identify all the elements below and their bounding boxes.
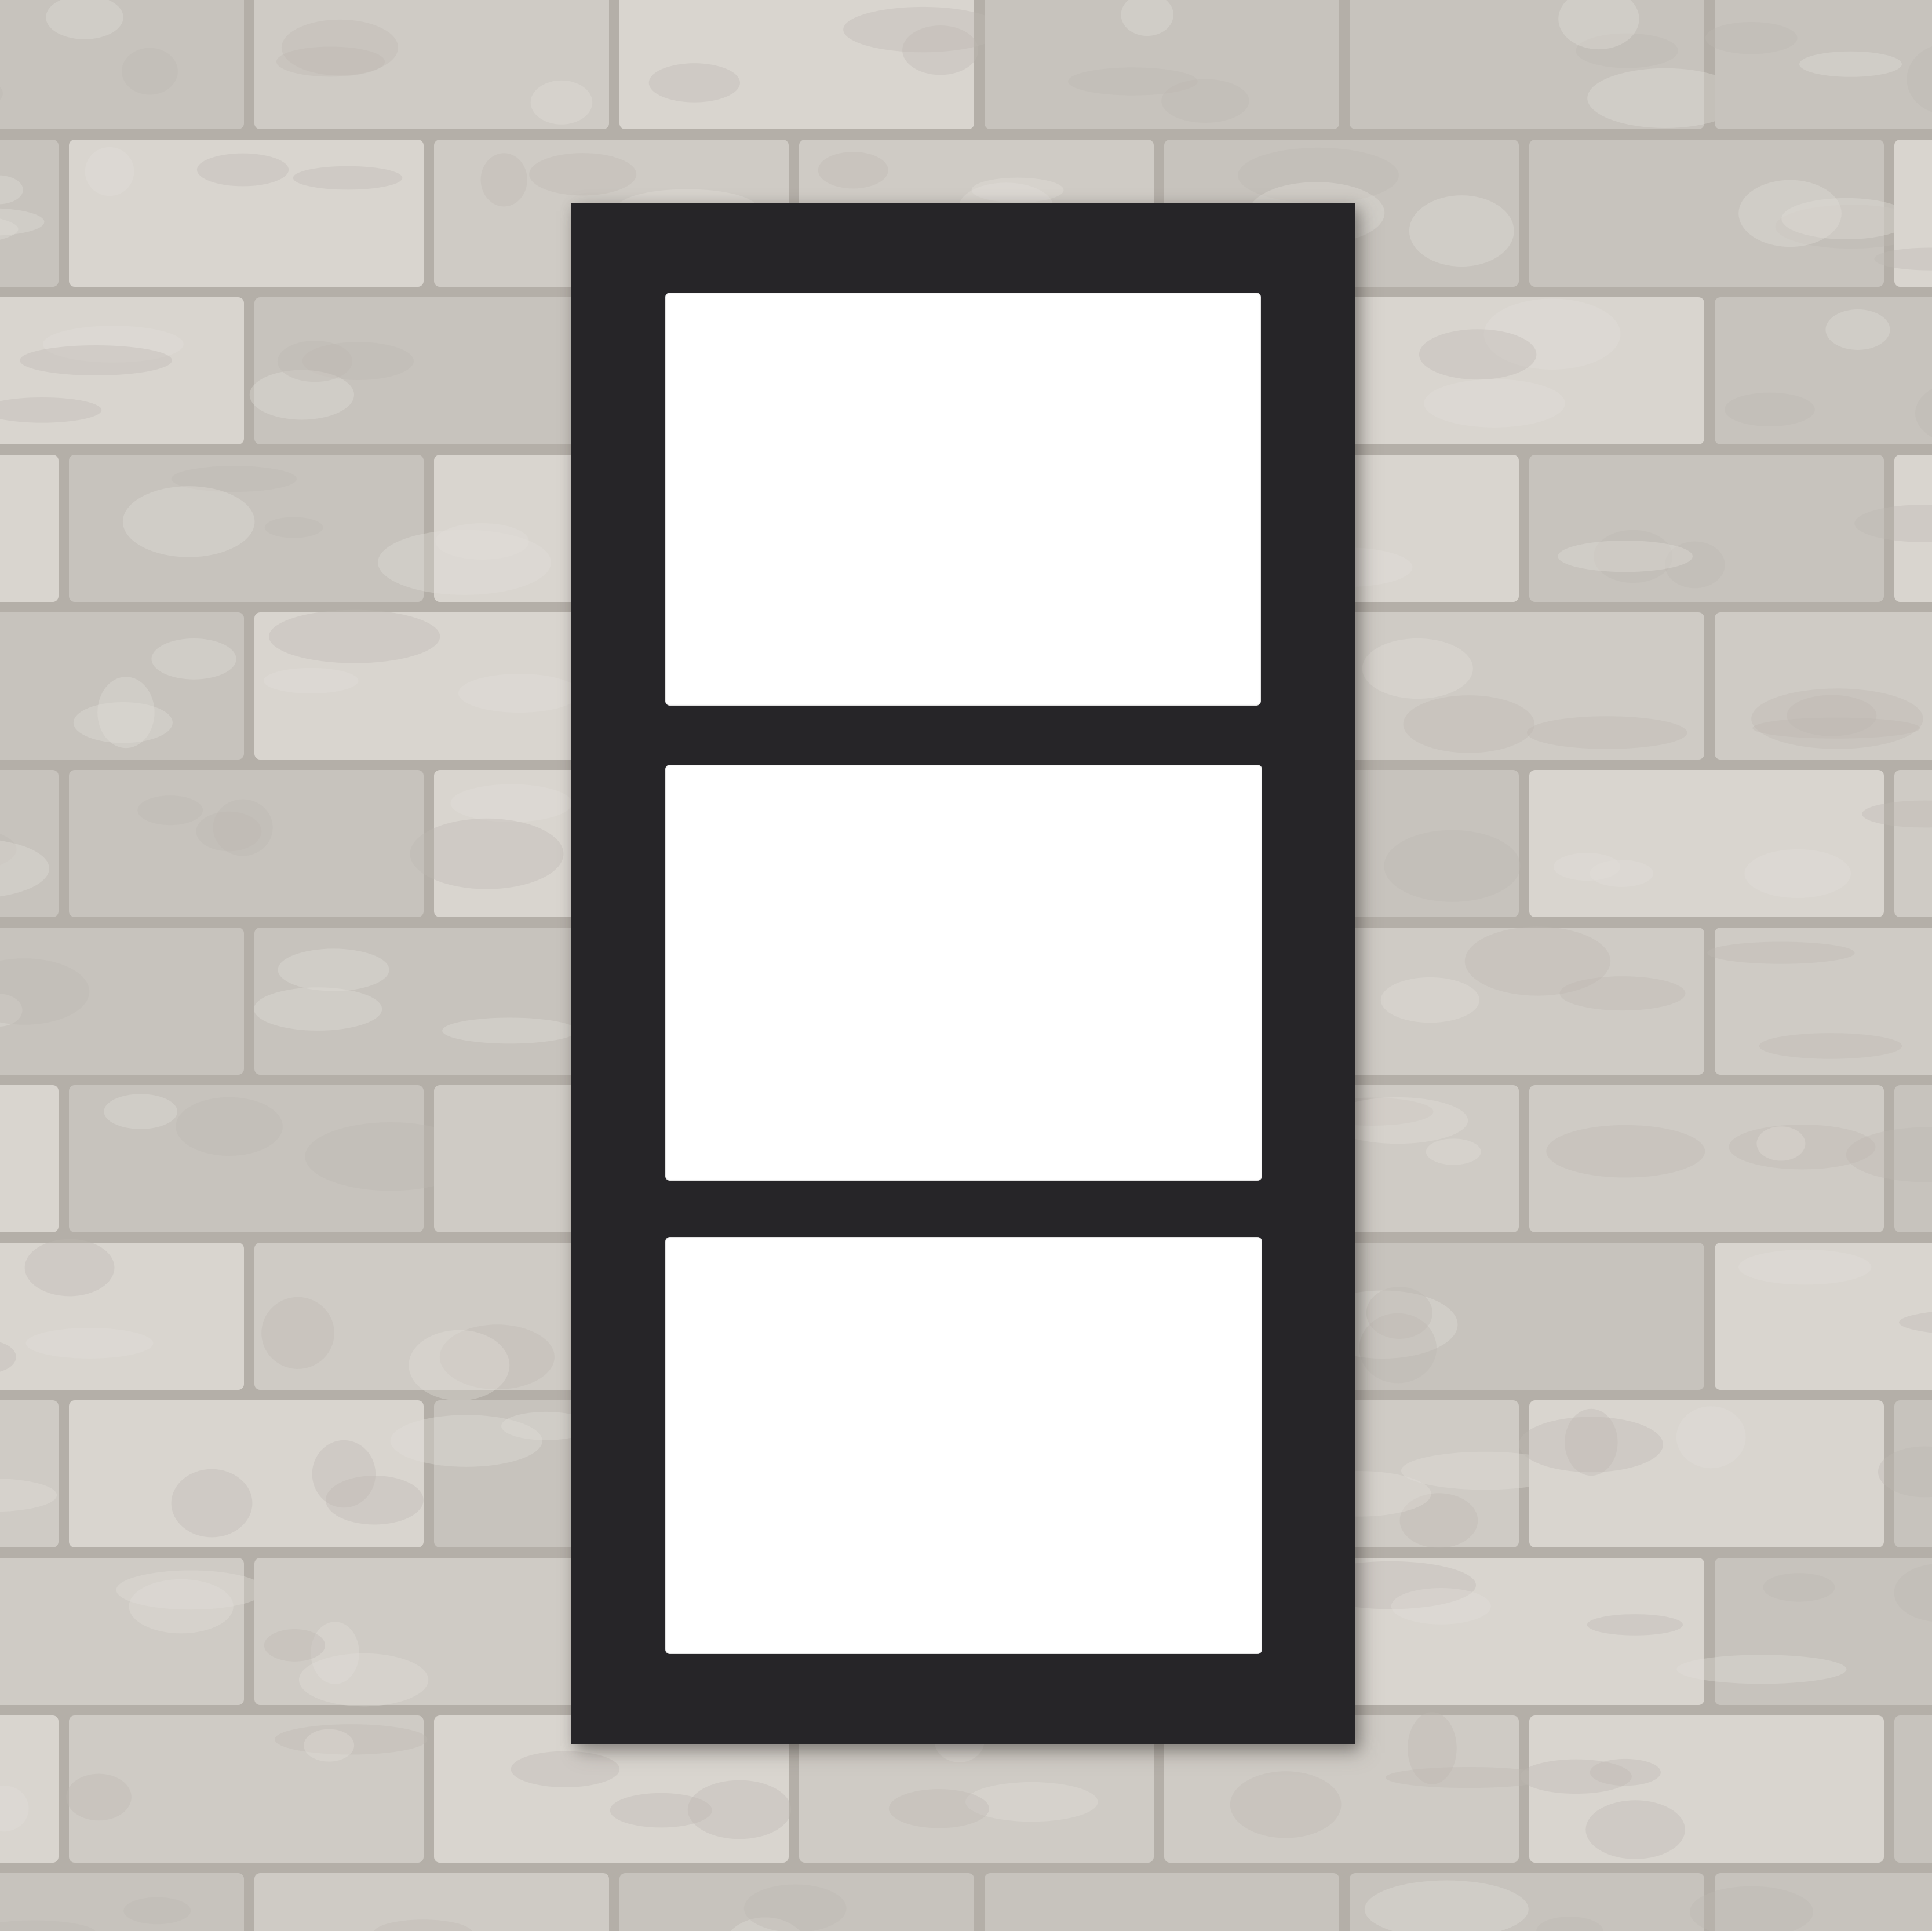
brick-texture (73, 702, 173, 743)
frame-opening-middle (665, 765, 1262, 1181)
brick (1894, 770, 1932, 917)
brick-texture (1751, 688, 1923, 749)
brick-texture (648, 63, 741, 103)
brick-texture (24, 1239, 115, 1297)
brick-texture (122, 486, 255, 557)
brick-texture (529, 153, 637, 196)
brick-texture (312, 1440, 376, 1508)
brick-texture (104, 1094, 178, 1129)
brick-texture (530, 80, 593, 125)
brick-texture (171, 1469, 253, 1538)
brick-texture (1161, 79, 1249, 123)
brick-texture (511, 1751, 620, 1787)
brick-texture (1725, 392, 1815, 426)
brick-texture (1558, 541, 1693, 572)
brick-texture (1424, 379, 1565, 428)
brick-texture (269, 609, 440, 663)
brick-texture (1585, 1800, 1685, 1859)
brick-texture (1756, 1126, 1806, 1161)
brick-texture (1825, 309, 1890, 350)
frame-opening-top (665, 293, 1261, 706)
brick-texture (278, 948, 389, 991)
brick-texture (435, 523, 529, 560)
brick-texture (610, 1793, 712, 1828)
brick-texture (123, 1897, 191, 1925)
brick-texture (458, 674, 580, 713)
brick-texture (1391, 1587, 1491, 1625)
brick-texture (122, 48, 178, 95)
brick-texture (1362, 638, 1473, 699)
brick-texture (196, 153, 289, 187)
brick-texture (1403, 695, 1535, 753)
brick-texture (277, 341, 353, 382)
brick-texture (1553, 853, 1621, 881)
brick-texture (254, 987, 382, 1031)
brick-texture (410, 818, 564, 889)
brick-texture (1763, 1573, 1835, 1602)
photo-scene (0, 0, 1932, 1931)
brick-texture (442, 1017, 577, 1044)
brick-texture (1587, 1614, 1683, 1636)
brick-texture (293, 166, 403, 190)
brick-texture (1526, 716, 1687, 749)
brick-texture (25, 1327, 154, 1359)
brick-texture (1799, 51, 1902, 77)
brick-texture (1409, 195, 1514, 267)
brick-texture (818, 152, 888, 189)
brick (1894, 1715, 1932, 1863)
brick-texture (1676, 1655, 1847, 1684)
brick-texture (85, 147, 134, 196)
brick-texture (1426, 1138, 1481, 1165)
brick (0, 1085, 59, 1232)
brick-texture (1738, 180, 1842, 247)
brick-texture (1707, 941, 1855, 964)
picture-frame (571, 203, 1355, 1744)
brick-texture (1519, 1417, 1663, 1473)
brick-texture (264, 517, 323, 538)
brick-texture (843, 6, 1003, 53)
brick (1529, 770, 1884, 917)
brick-texture (888, 1789, 989, 1828)
brick-texture (116, 1570, 265, 1610)
brick-texture (1738, 1249, 1872, 1285)
brick (985, 1873, 1339, 1931)
brick-texture (1759, 1033, 1902, 1059)
brick-texture (281, 19, 398, 76)
brick-texture (1546, 1125, 1705, 1178)
brick-texture (1590, 1758, 1661, 1786)
brick (0, 455, 59, 602)
brick-texture (264, 1629, 326, 1662)
brick-texture (213, 799, 273, 856)
brick-texture (1559, 976, 1686, 1011)
brick-texture (1419, 329, 1537, 380)
brick-texture (137, 795, 203, 826)
brick-texture (263, 667, 359, 694)
brick (0, 1400, 59, 1547)
frame-opening-bottom (665, 1237, 1262, 1654)
brick-texture (66, 1773, 132, 1821)
brick-texture (151, 638, 236, 680)
brick-texture (409, 1330, 510, 1401)
brick-texture (1676, 1406, 1746, 1469)
brick-texture (1230, 1771, 1342, 1838)
brick-texture (480, 153, 527, 207)
brick-texture (1380, 977, 1479, 1023)
brick-texture (261, 1297, 334, 1369)
brick-texture (1744, 849, 1851, 899)
brick-texture (1705, 21, 1798, 54)
brick-texture (176, 1097, 283, 1156)
brick-texture (1359, 1313, 1437, 1384)
brick-texture (1384, 830, 1521, 902)
brick-texture (304, 1729, 355, 1762)
brick-texture (298, 1653, 429, 1707)
brick-texture (743, 1884, 847, 1931)
brick-texture (450, 784, 573, 823)
brick-texture (20, 345, 172, 376)
